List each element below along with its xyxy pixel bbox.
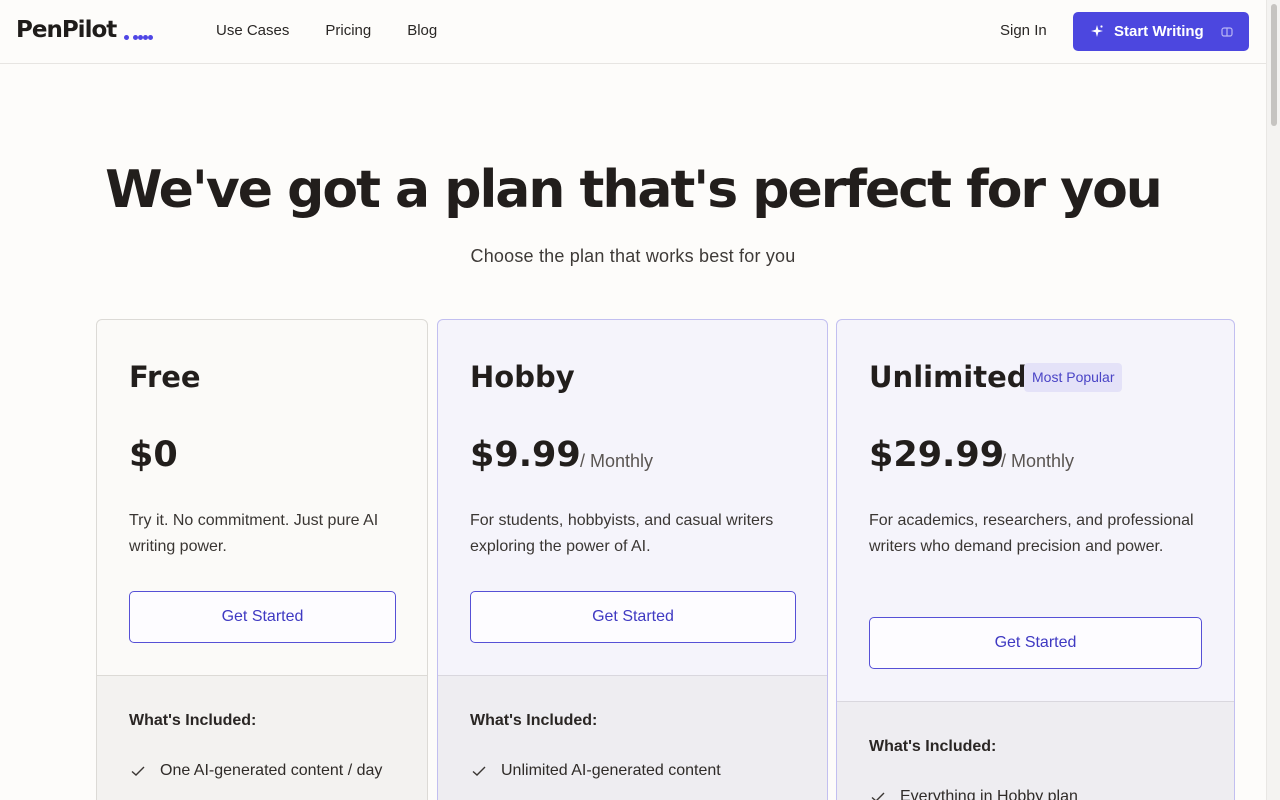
get-started-button[interactable]: Get Started bbox=[869, 617, 1202, 669]
sign-in-link[interactable]: Sign In bbox=[1000, 22, 1047, 39]
nav-use-cases[interactable]: Use Cases bbox=[216, 22, 289, 39]
feature-item: Everything in Hobby plan bbox=[869, 788, 1078, 800]
top-navbar: PenPilot Use Cases Pricing Blog Sign In … bbox=[0, 0, 1266, 64]
plan-price: $9.99 bbox=[470, 435, 581, 475]
feature-item: One AI-generated content / day bbox=[129, 762, 382, 780]
start-writing-button[interactable]: Start Writing bbox=[1073, 12, 1249, 51]
plan-description: Try it. No commitment. Just pure AI writ… bbox=[129, 512, 379, 555]
sparkle-icon bbox=[1091, 25, 1103, 37]
plan-name: Unlimited bbox=[869, 360, 1028, 394]
plan-name: Free bbox=[129, 360, 201, 394]
check-icon bbox=[472, 766, 486, 776]
plan-description: For academics, researchers, and professi… bbox=[869, 512, 1194, 555]
page-scrollbar[interactable] bbox=[1266, 0, 1280, 800]
feature-text: One AI-generated content / day bbox=[160, 762, 383, 779]
plan-included-section: What's Included: Unlimited AI-generated … bbox=[438, 675, 827, 800]
plan-card-unlimited: Unlimited Most Popular $29.99 / Monthly … bbox=[836, 319, 1235, 800]
plan-period: / Monthly bbox=[580, 451, 654, 471]
nav-blog[interactable]: Blog bbox=[407, 22, 437, 39]
get-started-button[interactable]: Get Started bbox=[470, 591, 796, 643]
get-started-button[interactable]: Get Started bbox=[129, 591, 396, 643]
start-writing-label: Start Writing bbox=[1114, 23, 1204, 40]
included-title: What's Included: bbox=[869, 738, 997, 755]
included-title: What's Included: bbox=[129, 712, 257, 729]
plan-price: $29.99 bbox=[869, 435, 1005, 475]
plan-card-free: Free $0 Try it. No commitment. Just pure… bbox=[96, 319, 428, 800]
check-icon bbox=[871, 792, 885, 800]
most-popular-badge: Most Popular bbox=[1024, 363, 1123, 392]
plan-price: $0 bbox=[129, 435, 178, 475]
feature-item: Unlimited AI-generated content bbox=[470, 762, 721, 780]
plan-period: / Monthly bbox=[1001, 451, 1075, 471]
scrollbar-thumb[interactable] bbox=[1271, 4, 1277, 126]
brand-logo[interactable]: PenPilot bbox=[16, 17, 117, 43]
plan-included-section: What's Included: One AI-generated conten… bbox=[97, 675, 427, 800]
check-icon bbox=[131, 766, 145, 776]
plan-included-section: What's Included: Everything in Hobby pla… bbox=[837, 701, 1234, 800]
feature-text: Unlimited AI-generated content bbox=[501, 762, 721, 779]
plan-card-hobby: Hobby $9.99 / Monthly For students, hobb… bbox=[437, 319, 828, 800]
plan-description: For students, hobbyists, and casual writ… bbox=[470, 512, 774, 555]
page-subtitle: Choose the plan that works best for you bbox=[470, 246, 796, 266]
main-nav: Use Cases Pricing Blog bbox=[216, 22, 437, 39]
plan-name: Hobby bbox=[470, 360, 575, 394]
logo-dots-icon bbox=[124, 35, 158, 41]
included-title: What's Included: bbox=[470, 712, 598, 729]
page-title: We've got a plan that's perfect for you bbox=[105, 160, 1163, 220]
nav-pricing[interactable]: Pricing bbox=[325, 22, 371, 39]
feature-text: Everything in Hobby plan bbox=[900, 788, 1078, 800]
chip-icon bbox=[1221, 27, 1233, 37]
